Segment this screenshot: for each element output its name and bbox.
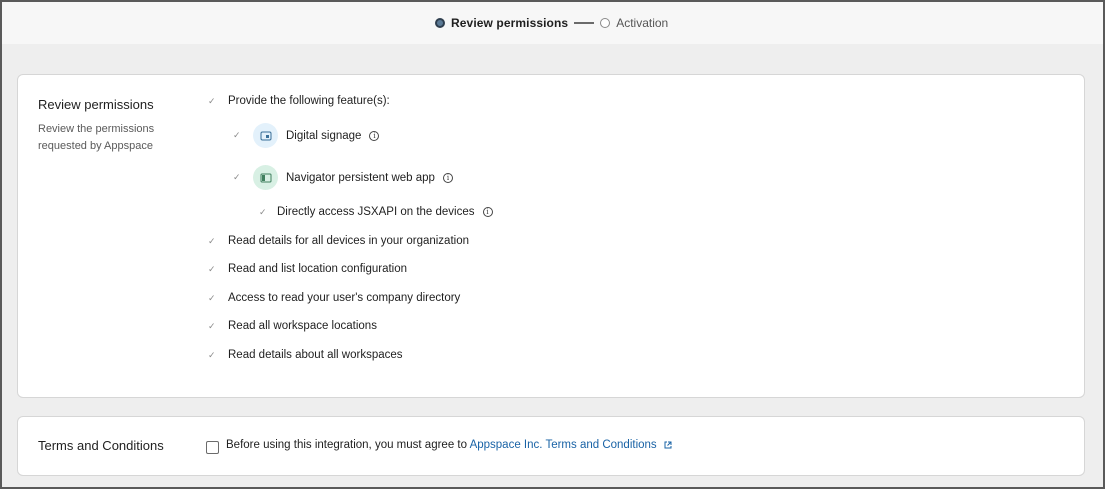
permission-label: Read all workspace locations (228, 320, 377, 332)
permission-item: ✓ Read details for all devices in your o… (208, 235, 469, 247)
feature-row-digital-signage: ✓ Digital signage i (233, 123, 380, 148)
feature-intro-label: Provide the following feature(s): (228, 95, 390, 107)
check-icon: ✓ (208, 263, 216, 274)
check-icon: ✓ (208, 95, 216, 106)
check-icon: ✓ (208, 349, 216, 360)
permission-label: Read details for all devices in your org… (228, 235, 469, 247)
permission-label: Access to read your user's company direc… (228, 292, 461, 304)
feature-row-navigator: ✓ Navigator persistent web app i (233, 165, 453, 190)
permission-label: Read details about all workspaces (228, 349, 403, 361)
step-active-dot-icon (435, 18, 445, 28)
step-activation[interactable]: Activation (616, 16, 668, 30)
check-icon: ✓ (208, 292, 216, 303)
step-connector (574, 22, 595, 24)
permission-label: Read and list location configuration (228, 263, 408, 275)
feature-label: Digital signage (286, 129, 362, 142)
check-icon: ✓ (259, 206, 267, 217)
feature-label: Navigator persistent web app (286, 171, 435, 184)
terms-link[interactable]: Appspace Inc. Terms and Conditions (470, 439, 657, 451)
terms-card: Terms and Conditions Before using this i… (17, 416, 1085, 476)
info-icon[interactable]: i (482, 207, 493, 217)
step-inactive-dot-icon (600, 18, 611, 28)
stepper: Review permissions Activation (435, 14, 668, 32)
permission-item: ✓ Read and list location configuration (208, 263, 407, 275)
external-link-icon (664, 441, 672, 449)
display-icon (253, 123, 278, 148)
sub-feature-row: ✓ Directly access JSXAPI on the devices … (259, 206, 493, 218)
check-icon: ✓ (233, 172, 241, 182)
permissions-card: Review permissions Review the permission… (17, 74, 1085, 398)
info-icon[interactable]: i (442, 172, 453, 183)
permission-item: ✓ Read details about all workspaces (208, 349, 403, 361)
permissions-title: Review permissions (38, 97, 154, 112)
check-icon: ✓ (208, 320, 216, 331)
step-review-permissions[interactable]: Review permissions (451, 16, 568, 30)
permissions-subtitle: Review the permissions requested by Apps… (38, 123, 155, 152)
feature-intro-row: ✓ Provide the following feature(s): (208, 95, 390, 107)
check-icon: ✓ (208, 235, 216, 246)
stepper-bar: Review permissions Activation (2, 2, 1103, 44)
window-frame: Review permissions Activation Review per… (0, 0, 1105, 489)
terms-checkbox[interactable] (206, 441, 219, 454)
check-icon: ✓ (233, 130, 241, 140)
info-icon[interactable]: i (369, 130, 380, 141)
sub-feature-label: Directly access JSXAPI on the devices (277, 206, 475, 218)
terms-text: Before using this integration, you must … (226, 439, 468, 451)
permission-item: ✓ Access to read your user's company dir… (208, 292, 460, 304)
panel-icon (253, 165, 278, 190)
terms-title: Terms and Conditions (38, 438, 164, 453)
permission-item: ✓ Read all workspace locations (208, 320, 377, 332)
terms-statement: Before using this integration, you must … (226, 439, 672, 451)
